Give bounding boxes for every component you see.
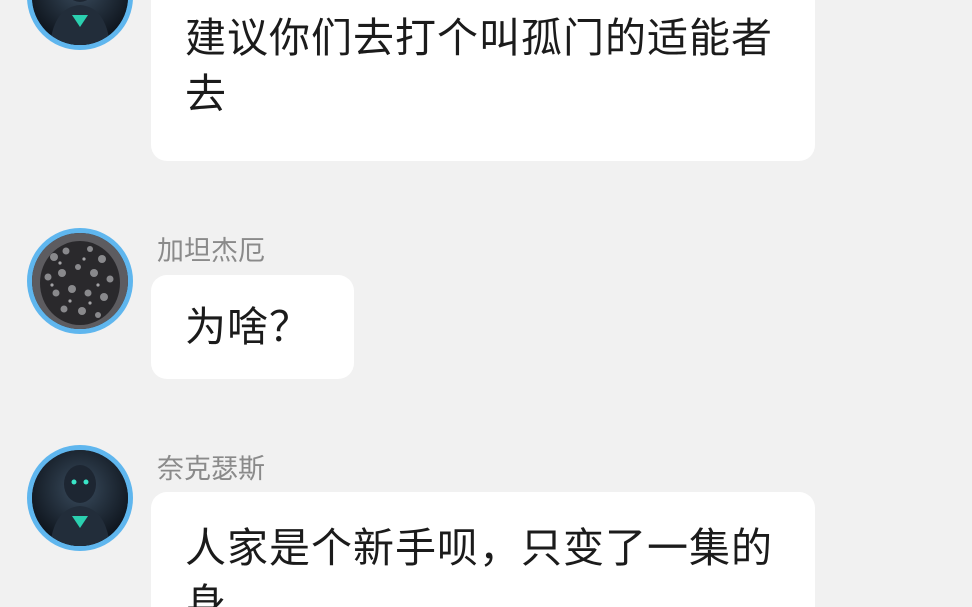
message-bubble[interactable]: 为啥？ (151, 275, 354, 379)
message-bubble[interactable]: 建议你们去打个叫孤门的适能者去 (151, 0, 815, 161)
message-bubble[interactable]: 人家是个新手呗，只变了一集的身 (151, 492, 815, 607)
dark-armored-hero-avatar-icon (32, 450, 128, 546)
avatar[interactable] (27, 445, 133, 551)
avatar[interactable] (27, 228, 133, 334)
dark-kaiju-avatar-icon (32, 233, 128, 329)
sender-name: 加坦杰厄 (157, 236, 265, 267)
chat-message-list[interactable]: 建议你们去打个叫孤门的适能者去 加坦杰厄 为啥？ 奈克瑟斯 人家是个新手呗，只变… (0, 0, 972, 607)
avatar[interactable] (27, 0, 133, 50)
sender-name: 奈克瑟斯 (157, 454, 265, 485)
dark-armored-hero-avatar-icon (32, 0, 128, 45)
